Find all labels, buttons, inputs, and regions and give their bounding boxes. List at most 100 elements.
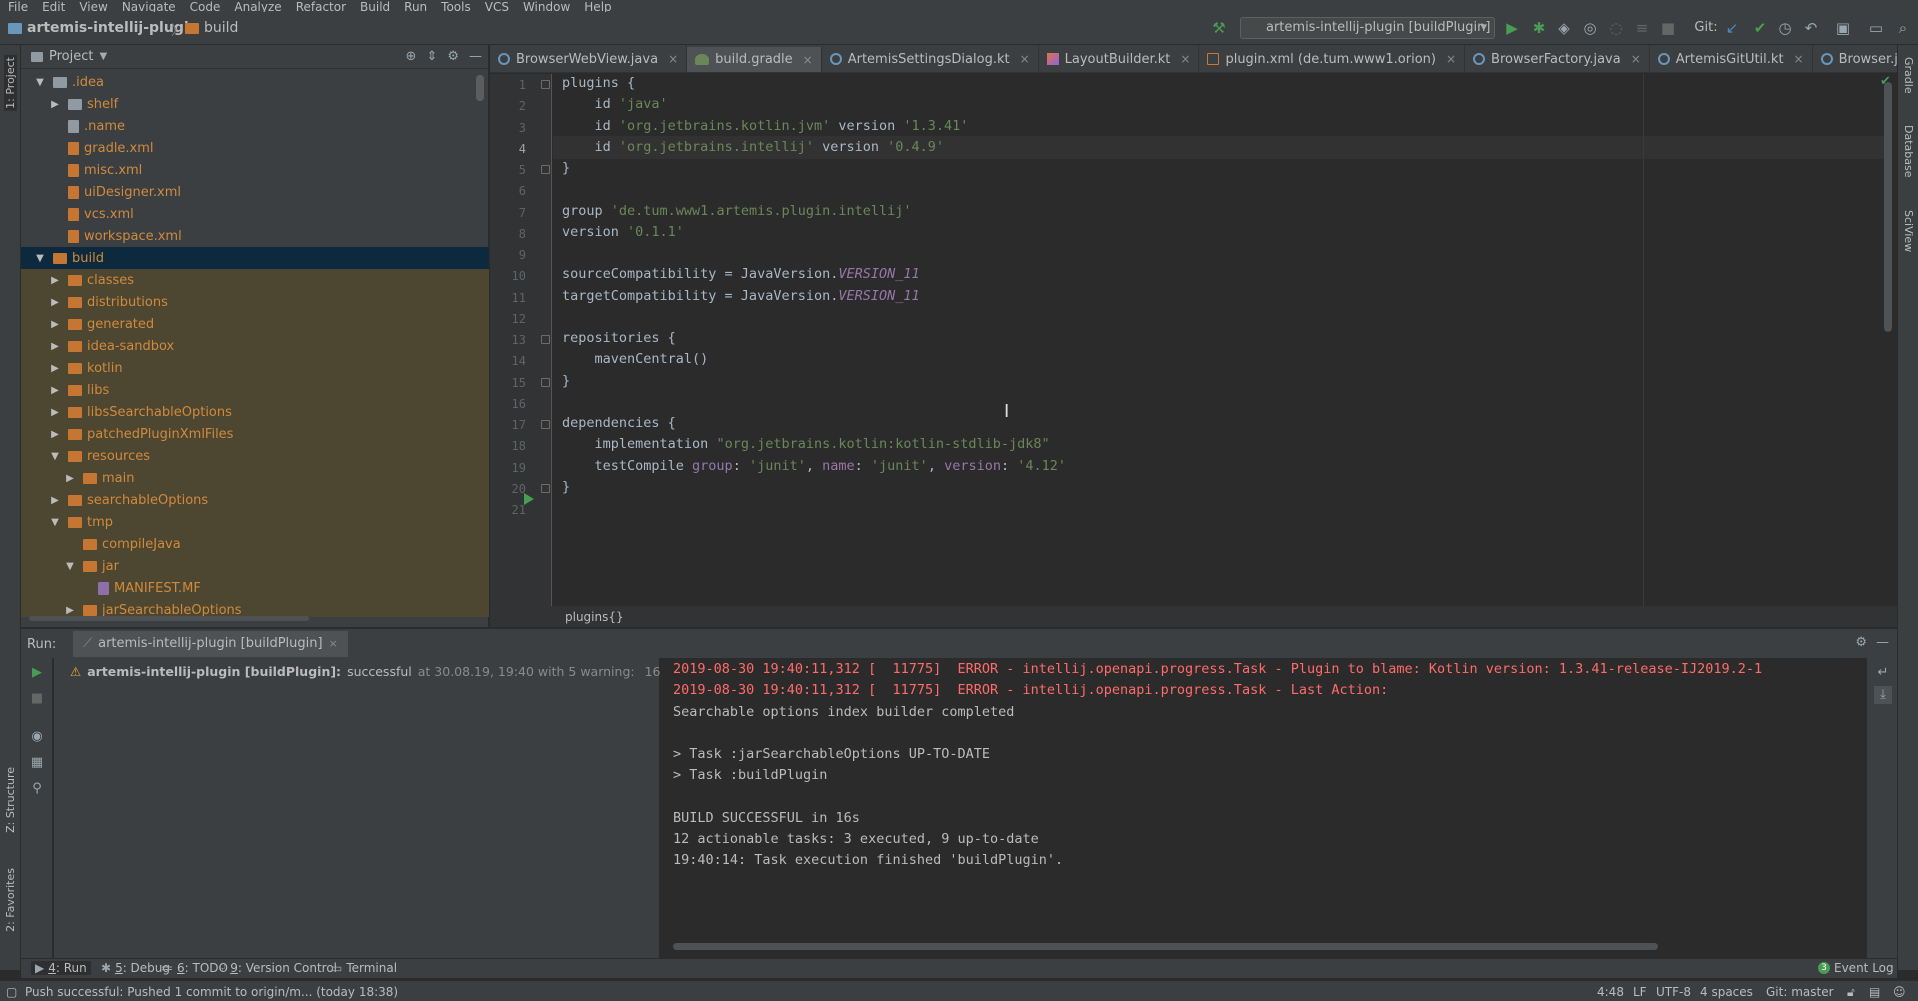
scroll-to-end-icon[interactable]: ⤓ [1874, 686, 1892, 704]
menu-run[interactable]: Run [404, 1, 427, 12]
collapse-arrow-icon[interactable]: ▶ [48, 341, 62, 352]
tree-item[interactable]: ▼ tmp [21, 511, 489, 533]
menu-navigate[interactable]: Navigate [122, 1, 176, 12]
tool-window-todo[interactable]: ≔ 6: TODO [161, 961, 228, 975]
expand-arrow-icon[interactable]: ▼ [33, 253, 47, 264]
fold-marker-icon[interactable] [541, 80, 550, 89]
editor-breadcrumb[interactable]: plugins{} [565, 610, 624, 624]
run-console[interactable]: 2019-08-30 19:40:11,312 [ 11775] ERROR -… [661, 658, 1867, 958]
tree-item[interactable]: ▶ searchableOptions [21, 489, 489, 511]
collapse-arrow-icon[interactable]: ▶ [48, 275, 62, 286]
close-icon[interactable]: × [1020, 52, 1030, 66]
collapse-arrow-icon[interactable]: ▶ [63, 605, 77, 616]
menu-tools[interactable]: Tools [441, 1, 471, 12]
gear-icon[interactable]: ⚙ [1855, 635, 1867, 650]
fold-marker-icon[interactable] [541, 335, 550, 344]
tree-item[interactable]: ▶ idea-sandbox [21, 335, 489, 357]
editor-tab[interactable]: Browser.java× [1813, 45, 1897, 72]
presentation-icon[interactable]: ▭ [1867, 19, 1885, 37]
structure-tool-tab[interactable]: Z: Structure [4, 767, 17, 833]
status-message[interactable]: Push successful: Pushed 1 commit to orig… [25, 985, 398, 999]
breadcrumb-folder[interactable]: build [185, 20, 238, 36]
menu-file[interactable]: File [8, 1, 28, 12]
run-icon[interactable]: ▶ [1503, 19, 1521, 37]
close-icon[interactable]: × [668, 52, 678, 66]
menu-help[interactable]: Help [584, 1, 611, 12]
git-history-icon[interactable]: ◷ [1776, 19, 1794, 37]
collapse-arrow-icon[interactable]: ▶ [48, 429, 62, 440]
menu-analyze[interactable]: Analyze [234, 1, 281, 12]
tree-item[interactable]: ▶ kotlin [21, 357, 489, 379]
editor-tab[interactable]: BrowserFactory.java × [1465, 45, 1650, 72]
run-tab[interactable]: ⟋ artemis-intellij-plugin [buildPlugin] … [73, 631, 348, 657]
debug-icon[interactable]: ✱ [1530, 19, 1548, 37]
close-icon[interactable]: × [329, 631, 338, 657]
fold-marker-icon[interactable] [541, 377, 550, 387]
run-configuration-select[interactable]: artemis-intellij-plugin [buildPlugin] [1240, 17, 1495, 39]
collapse-arrow-icon[interactable]: ▶ [48, 385, 62, 396]
tree-item[interactable]: ▶ libsSearchableOptions [21, 401, 489, 423]
collapse-arrow-icon[interactable]: ▶ [48, 99, 62, 110]
git-update-icon[interactable]: ↙ [1723, 19, 1741, 37]
collapse-arrow-icon[interactable]: ▶ [48, 297, 62, 308]
fold-marker-icon[interactable] [541, 483, 550, 493]
tree-item[interactable]: workspace.xml [21, 225, 489, 247]
rerun-icon[interactable]: ▶ [28, 664, 46, 682]
close-icon[interactable]: × [1631, 52, 1641, 66]
editor-tab[interactable]: plugin.xml (de.tum.www1.orion) × [1199, 45, 1466, 72]
sciview-tool-tab[interactable]: SciView [1902, 210, 1915, 252]
expand-arrow-icon[interactable]: ▼ [48, 451, 62, 462]
menu-code[interactable]: Code [190, 1, 221, 12]
build-hammer-icon[interactable]: ⚒ [1210, 19, 1228, 37]
collapse-arrow-icon[interactable]: ▶ [48, 319, 62, 330]
tree-item[interactable]: ▶ generated [21, 313, 489, 335]
menu-vcs[interactable]: VCS [485, 1, 509, 12]
tree-item[interactable]: uiDesigner.xml [21, 181, 489, 203]
coverage-icon[interactable]: ◈ [1555, 19, 1573, 37]
tree-horizontal-scrollbar[interactable] [29, 616, 309, 621]
close-icon[interactable]: × [1180, 52, 1190, 66]
tree-item[interactable]: gradle.xml [21, 137, 489, 159]
tree-item[interactable]: vcs.xml [21, 203, 489, 225]
collapse-all-icon[interactable]: ⇕ [426, 49, 437, 64]
favorites-tool-tab[interactable]: 2: Favorites [4, 868, 17, 932]
hector-icon[interactable]: ☺ [1893, 985, 1906, 999]
profile-icon[interactable]: ◎ [1581, 19, 1599, 37]
git-branch[interactable]: Git: master [1766, 985, 1834, 999]
expand-arrow-icon[interactable]: ▼ [63, 561, 77, 572]
chevron-down-icon[interactable]: ▼ [99, 51, 107, 62]
memory-icon[interactable]: ▤ [1869, 985, 1880, 999]
project-view-selector[interactable]: Project [49, 49, 93, 64]
tree-item[interactable]: .name [21, 115, 489, 137]
gear-icon[interactable]: ⚙ [447, 49, 459, 64]
line-separator[interactable]: LF [1633, 985, 1647, 999]
stop-icon[interactable]: ■ [1659, 19, 1677, 37]
eye-icon[interactable]: ◉ [28, 728, 46, 746]
tool-window-run[interactable]: ▶ 4: Run [31, 961, 91, 975]
tree-item[interactable]: ▶ classes [21, 269, 489, 291]
pin-icon[interactable]: ⚲ [28, 780, 46, 798]
tree-item[interactable]: ▶ jarSearchableOptions [21, 599, 489, 617]
tree-item[interactable]: ▶ libs [21, 379, 489, 401]
tree-item[interactable]: ▶ shelf [21, 93, 489, 115]
editor-tab[interactable]: build.gradle × [687, 47, 822, 72]
tree-item[interactable]: ▼ build [21, 247, 489, 269]
tree-item[interactable]: ▶ main [21, 467, 489, 489]
collapse-arrow-icon[interactable]: ▶ [48, 363, 62, 374]
menu-edit[interactable]: Edit [42, 1, 65, 12]
console-horizontal-scrollbar[interactable] [673, 943, 1658, 950]
tree-item[interactable]: ▼ resources [21, 445, 489, 467]
tool-window-terminal[interactable]: ▭ Terminal [331, 961, 397, 975]
code-editor[interactable]: plugins { id 'java' id 'org.jetbrains.ko… [553, 74, 1888, 606]
tree-item[interactable]: ▼ .idea [21, 71, 489, 93]
menu-view[interactable]: View [79, 1, 107, 12]
stop-icon[interactable]: ■ [28, 690, 46, 708]
collapse-arrow-icon[interactable]: ▶ [48, 495, 62, 506]
close-icon[interactable]: × [1446, 52, 1456, 66]
tree-item[interactable]: compileJava [21, 533, 489, 555]
file-encoding[interactable]: UTF-8 [1656, 985, 1691, 999]
tool-window-debug[interactable]: ✱ 5: Debug [101, 961, 170, 975]
editor-tab[interactable]: ArtemisGitUtil.kt × [1650, 45, 1813, 72]
close-icon[interactable]: × [803, 53, 813, 67]
soft-wrap-icon[interactable]: ↵ [1874, 664, 1892, 682]
